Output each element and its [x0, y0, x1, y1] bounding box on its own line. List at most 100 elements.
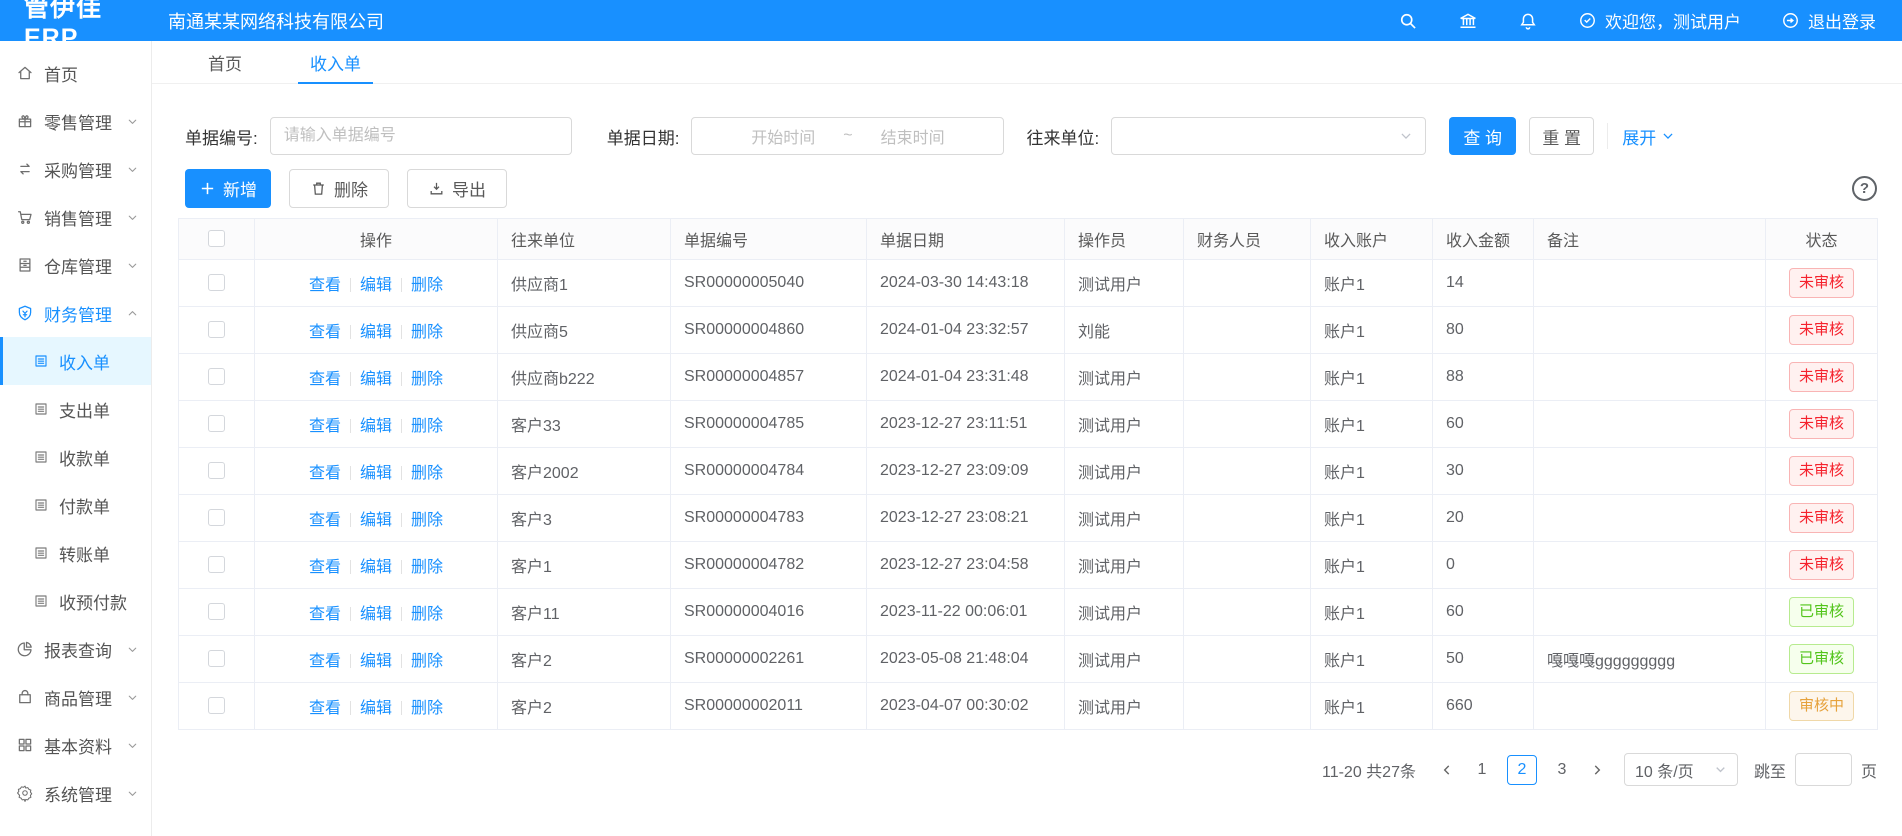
sidebar-item-6[interactable]: 报表查询 [0, 625, 151, 673]
cell-account: 账户1 [1311, 589, 1433, 636]
row-action-delete[interactable]: 删除 [411, 418, 443, 435]
expand-filters-link[interactable]: 展开 [1622, 124, 1675, 149]
sidebar-item-4[interactable]: 仓库管理 [0, 241, 151, 289]
row-action-delete[interactable]: 删除 [411, 512, 443, 529]
row-action-delete[interactable]: 删除 [411, 277, 443, 294]
doc-icon [33, 449, 49, 465]
row-action-view[interactable]: 查看 [309, 700, 341, 717]
divider [350, 654, 351, 668]
row-action-view[interactable]: 查看 [309, 559, 341, 576]
search-button[interactable]: 查 询 [1449, 117, 1516, 155]
row-checkbox[interactable] [208, 274, 225, 291]
status-badge: 未审核 [1789, 550, 1854, 580]
row-action-delete[interactable]: 删除 [411, 606, 443, 623]
cell-bill_no: SR00000004016 [671, 589, 867, 636]
sidebar-subitem-转账单[interactable]: 转账单 [0, 529, 151, 577]
prev-page-icon[interactable] [1432, 755, 1462, 785]
row-action-edit[interactable]: 编辑 [360, 418, 392, 435]
row-action-delete[interactable]: 删除 [411, 559, 443, 576]
export-button[interactable]: 导出 [407, 169, 507, 208]
row-checkbox[interactable] [208, 462, 225, 479]
status-badge: 已审核 [1789, 597, 1854, 627]
cell-status: 未审核 [1766, 354, 1878, 401]
sidebar-subitem-支出单[interactable]: 支出单 [0, 385, 151, 433]
sidebar-subitem-付款单[interactable]: 付款单 [0, 481, 151, 529]
cell-status: 审核中 [1766, 683, 1878, 730]
row-action-view[interactable]: 查看 [309, 653, 341, 670]
page-3[interactable]: 3 [1547, 755, 1577, 785]
row-action-view[interactable]: 查看 [309, 418, 341, 435]
row-checkbox[interactable] [208, 650, 225, 667]
retail-icon [16, 112, 34, 130]
page-1[interactable]: 1 [1467, 755, 1497, 785]
sidebar-item-8[interactable]: 基本资料 [0, 721, 151, 769]
row-action-delete[interactable]: 删除 [411, 371, 443, 388]
row-action-edit[interactable]: 编辑 [360, 653, 392, 670]
bell-icon[interactable] [1518, 11, 1538, 31]
divider [350, 607, 351, 621]
row-action-delete[interactable]: 删除 [411, 324, 443, 341]
row-action-view[interactable]: 查看 [309, 512, 341, 529]
row-checkbox[interactable] [208, 321, 225, 338]
search-icon[interactable] [1398, 11, 1418, 31]
help-icon[interactable]: ? [1852, 176, 1877, 201]
sidebar-subitem-收预付款[interactable]: 收预付款 [0, 577, 151, 625]
row-action-edit[interactable]: 编辑 [360, 465, 392, 482]
jump-page-input[interactable] [1795, 753, 1852, 786]
row-checkbox[interactable] [208, 415, 225, 432]
status-badge: 未审核 [1789, 503, 1854, 533]
logout-button[interactable]: 退出登录 [1781, 8, 1876, 33]
select-all-checkbox[interactable] [208, 230, 225, 247]
row-action-view[interactable]: 查看 [309, 465, 341, 482]
row-action-view[interactable]: 查看 [309, 606, 341, 623]
cell-remark [1534, 260, 1766, 307]
page-size-select[interactable]: 10 条/页 [1624, 753, 1738, 786]
next-page-icon[interactable] [1582, 755, 1612, 785]
row-checkbox[interactable] [208, 509, 225, 526]
sidebar-item-5[interactable]: 财务管理 [0, 289, 151, 337]
sidebar-item-2[interactable]: 采购管理 [0, 145, 151, 193]
sidebar-item-3[interactable]: 销售管理 [0, 193, 151, 241]
table-row: 查看编辑删除客户11SR000000040162023-11-22 00:06:… [179, 589, 1878, 636]
page-size-value: 10 条/页 [1635, 758, 1694, 782]
pagination: 11-20 共27条 123 10 条/页 跳至 页 [152, 753, 1902, 786]
chevron-down-icon [126, 643, 139, 656]
sidebar-item-0[interactable]: 首页 [0, 49, 151, 97]
row-action-view[interactable]: 查看 [309, 324, 341, 341]
sidebar-subitem-收入单[interactable]: 收入单 [0, 337, 151, 385]
bank-icon[interactable] [1458, 11, 1478, 31]
row-action-view[interactable]: 查看 [309, 277, 341, 294]
row-action-edit[interactable]: 编辑 [360, 606, 392, 623]
row-action-view[interactable]: 查看 [309, 371, 341, 388]
sidebar-item-9[interactable]: 系统管理 [0, 769, 151, 817]
partner-select[interactable] [1111, 117, 1426, 155]
row-checkbox[interactable] [208, 603, 225, 620]
row-action-delete[interactable]: 删除 [411, 653, 443, 670]
divider [350, 278, 351, 292]
sidebar-item-7[interactable]: 商品管理 [0, 673, 151, 721]
page-2[interactable]: 2 [1507, 755, 1537, 785]
cell-date: 2023-12-27 23:08:21 [867, 495, 1065, 542]
tab-income-bill[interactable]: 收入单 [296, 41, 375, 83]
row-action-edit[interactable]: 编辑 [360, 559, 392, 576]
tab-home[interactable]: 首页 [194, 41, 256, 83]
add-button[interactable]: 新增 [185, 169, 271, 208]
bill-no-input[interactable] [270, 117, 572, 155]
reset-button[interactable]: 重 置 [1529, 117, 1594, 155]
sidebar-subitem-收款单[interactable]: 收款单 [0, 433, 151, 481]
sidebar-item-1[interactable]: 零售管理 [0, 97, 151, 145]
row-action-edit[interactable]: 编辑 [360, 700, 392, 717]
row-action-edit[interactable]: 编辑 [360, 277, 392, 294]
user-menu[interactable]: 欢迎您，测试用户 [1578, 8, 1741, 33]
date-range-picker[interactable]: 开始时间 ~ 结束时间 [691, 117, 1004, 155]
row-action-edit[interactable]: 编辑 [360, 324, 392, 341]
row-action-delete[interactable]: 删除 [411, 465, 443, 482]
row-action-delete[interactable]: 删除 [411, 700, 443, 717]
cell-account: 账户1 [1311, 636, 1433, 683]
delete-button[interactable]: 删除 [289, 169, 389, 208]
row-checkbox[interactable] [208, 556, 225, 573]
row-action-edit[interactable]: 编辑 [360, 512, 392, 529]
row-checkbox[interactable] [208, 368, 225, 385]
row-checkbox[interactable] [208, 697, 225, 714]
row-action-edit[interactable]: 编辑 [360, 371, 392, 388]
